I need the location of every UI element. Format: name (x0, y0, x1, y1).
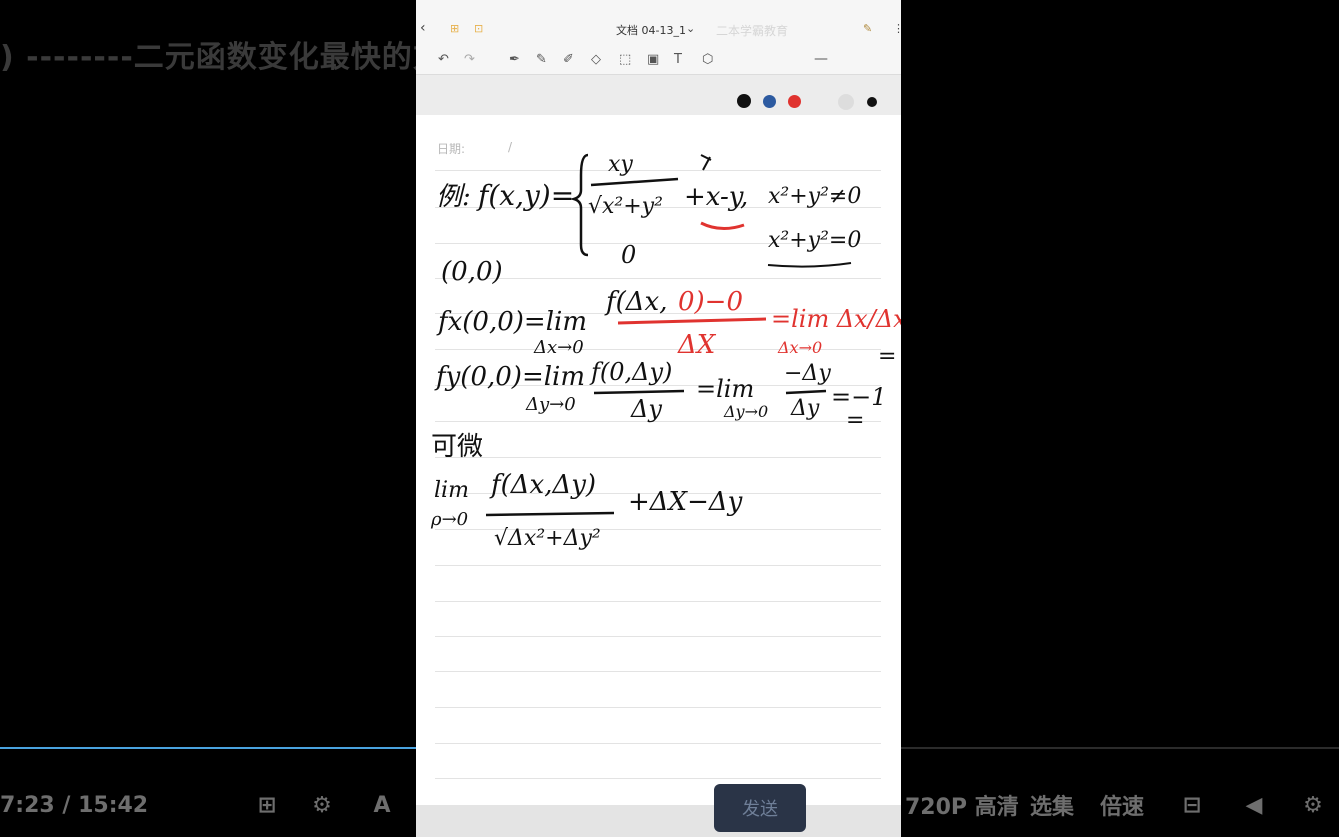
limit-lim: lim (434, 478, 469, 503)
fy-lim-sub: Δy→0 (525, 394, 576, 415)
title-dropdown-chevron-icon[interactable]: ⌄ (686, 22, 695, 35)
fx-lhs: fx(0,0)=lim (436, 307, 587, 337)
fy-lim2-sub: Δy→0 (723, 402, 768, 421)
note-page[interactable]: 日期: / 例: f(x,y)= xy √x²+y² +x-y, x²+y²≠0… (416, 115, 901, 805)
color-blue-swatch[interactable] (763, 95, 776, 108)
redo-icon[interactable]: ↷ (464, 50, 475, 68)
point-label: (0,0) (441, 257, 503, 287)
shapes-icon[interactable]: ⬡ (702, 50, 713, 68)
video-title: ) --------二元函数变化最快的方 (0, 40, 444, 75)
pen-icon[interactable]: ✒ (509, 50, 520, 68)
fy-lhs: fy(0,0)=lim (434, 362, 585, 392)
fy-denominator: Δy (630, 395, 662, 423)
fy-neg-num: −Δy (784, 361, 831, 386)
time-display: 7:23 / 15:42 (0, 792, 149, 818)
eraser-icon[interactable]: ◇ (591, 50, 601, 68)
fx-double-underline: = (878, 344, 896, 369)
fraction-bar (590, 177, 679, 187)
piecewise-brace (569, 153, 589, 257)
fy-double-underline: = (846, 408, 864, 433)
undo-icon[interactable]: ↶ (438, 50, 449, 68)
danmaku-style-icon[interactable]: A (365, 780, 399, 830)
speed-button[interactable]: 倍速 (1100, 780, 1144, 830)
function-name: f(x,y)= (476, 179, 574, 212)
back-chevron-icon[interactable]: ‹ (420, 20, 426, 36)
limit-numerator: f(Δx,Δy) (489, 470, 596, 500)
handwritten-notes: 例: f(x,y)= xy √x²+y² +x-y, x²+y²≠0 x²+y²… (430, 152, 901, 551)
limit-denominator: √Δx²+Δy² (494, 526, 601, 551)
drawing-toolbar: ↶ ↷ ✒ ✎ ✐ ◇ ⬚ ▣ T ⬡ — (416, 44, 901, 110)
example-label: 例: (436, 182, 471, 212)
tablet-bottom-bar (416, 805, 901, 837)
tablet-notes-screen: ‹ ⊞ ⊡ 文档 04-13_1 ⌄ 二本学霸教育 ✎ ⋮ ↶ ↷ ✒ ✎ ✐ … (416, 0, 901, 837)
notes-title-bar: ‹ ⊞ ⊡ 文档 04-13_1 ⌄ 二本学霸教育 ✎ ⋮ (416, 0, 901, 44)
fy-numerator: f(0,Δy) (589, 358, 672, 386)
denominator-sqrt: √x²+y² (588, 194, 663, 219)
fy-lim: =lim (696, 375, 754, 403)
danmaku-settings-icon[interactable]: ⚙ (305, 780, 339, 830)
limit-fraction-bar (485, 511, 615, 517)
thin-stroke-icon[interactable]: — (814, 50, 828, 68)
medium-stroke-selected[interactable] (838, 94, 854, 110)
fx-numerator-red: 0)−0 (678, 287, 743, 317)
fx-result-sub: Δx→0 (777, 338, 822, 357)
pen-mode-icon[interactable]: ✎ (863, 22, 872, 35)
limit-tail: +ΔX−Δy (628, 487, 743, 517)
differentiable-label: 可微 (431, 432, 483, 462)
zero-value: 0 (621, 241, 636, 269)
arrow-mark (700, 154, 712, 171)
fx-fraction-bar (617, 317, 767, 325)
document-title[interactable]: 文档 04-13_1 (616, 22, 686, 38)
more-options-icon[interactable]: ⋮ (893, 22, 901, 35)
limit-sub: ρ→0 (430, 509, 468, 530)
fx-result: =lim Δx/Δx=1 (771, 305, 901, 333)
plus-x-minus-y: +x-y, (684, 182, 748, 212)
fy-result: =−1 (831, 383, 887, 411)
page-view-icon[interactable]: ⊡ (474, 22, 483, 35)
image-icon[interactable]: ▣ (647, 50, 659, 68)
color-black-swatch[interactable] (737, 94, 751, 108)
color-red-swatch[interactable] (788, 95, 801, 108)
numerator-xy: xy (608, 152, 633, 177)
condition-zero: x²+y²=0 (768, 228, 861, 253)
text-icon[interactable]: T (674, 50, 682, 68)
episodes-button[interactable]: 选集 (1030, 780, 1074, 830)
fountain-pen-icon[interactable]: ✎ (536, 50, 547, 68)
red-underline (700, 221, 745, 230)
watermark: 二本学霸教育 (716, 24, 789, 38)
condition-nonzero: x²+y²≠0 (768, 184, 861, 209)
wavy-underline (767, 262, 852, 268)
lasso-select-icon[interactable]: ⬚ (619, 50, 631, 68)
volume-icon[interactable]: ◀ (1237, 780, 1271, 830)
quality-button[interactable]: 720P 高清 (905, 780, 1019, 830)
fy-fraction-bar (593, 389, 685, 395)
highlighter-icon[interactable]: ✐ (563, 50, 574, 68)
fx-lim-sub: Δx→0 (533, 337, 584, 358)
grid-view-icon[interactable]: ⊞ (450, 22, 459, 35)
fy-neg-den: Δy (790, 396, 820, 421)
subtitle-off-icon[interactable]: ⊟ (1175, 780, 1209, 830)
send-button[interactable]: 发送 (714, 784, 806, 832)
danmaku-toggle-icon[interactable]: ⊞ (250, 780, 284, 830)
fx-numerator: f(Δx, (604, 287, 667, 317)
fy-fraction-bar-2 (785, 389, 827, 395)
thick-stroke-icon[interactable] (867, 97, 877, 107)
fx-denominator: ΔX (677, 330, 717, 360)
settings-gear-icon[interactable]: ⚙ (1296, 780, 1330, 830)
